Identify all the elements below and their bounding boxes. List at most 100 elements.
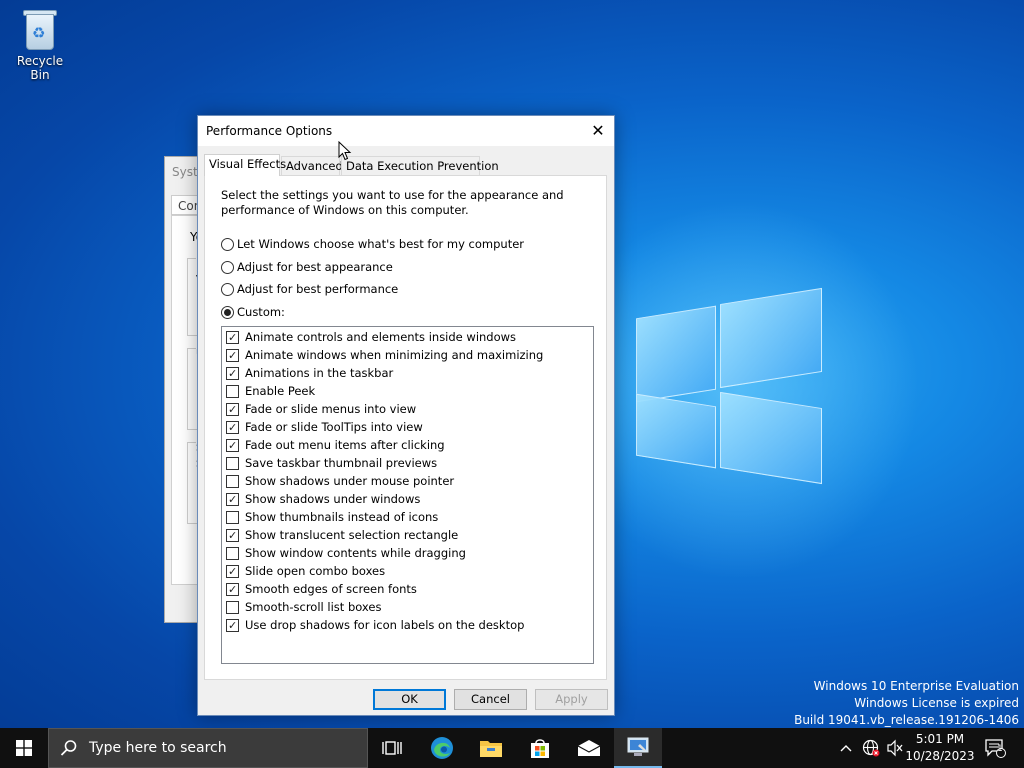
checkbox[interactable] bbox=[226, 330, 239, 344]
checkbox[interactable] bbox=[226, 492, 239, 506]
radio-let-windows-choose[interactable]: Let Windows choose what's best for my co… bbox=[221, 236, 524, 252]
edge-button[interactable] bbox=[418, 728, 466, 768]
checkbox[interactable] bbox=[226, 456, 239, 470]
checkbox[interactable] bbox=[226, 618, 239, 632]
show-hidden-icons-button[interactable] bbox=[836, 728, 856, 768]
store-icon bbox=[531, 739, 549, 758]
mail-button[interactable] bbox=[565, 728, 613, 768]
ok-button[interactable]: OK bbox=[373, 689, 446, 710]
start-button[interactable] bbox=[0, 728, 48, 768]
close-button[interactable]: ✕ bbox=[582, 116, 614, 146]
system-properties-taskbar-button[interactable] bbox=[614, 728, 662, 768]
dialog-titlebar[interactable]: Performance Options ✕ bbox=[198, 116, 614, 146]
close-icon: ✕ bbox=[591, 121, 605, 140]
visual-effect-option[interactable]: Use drop shadows for icon labels on the … bbox=[226, 616, 524, 634]
watermark-line: Windows 10 Enterprise Evaluation bbox=[813, 679, 1019, 693]
notification-count: 1 bbox=[997, 744, 1003, 754]
apply-button[interactable]: Apply bbox=[535, 689, 608, 710]
option-label: Animate windows when minimizing and maxi… bbox=[245, 348, 544, 362]
tab-advanced[interactable]: Advanced bbox=[281, 156, 343, 175]
visual-effect-option[interactable]: Show shadows under mouse pointer bbox=[226, 472, 454, 490]
visual-effect-option[interactable]: Show window contents while dragging bbox=[226, 544, 466, 562]
checkbox[interactable] bbox=[226, 420, 239, 434]
visual-effects-list[interactable]: Animate controls and elements inside win… bbox=[221, 326, 594, 664]
mail-icon bbox=[577, 740, 601, 756]
radio-circle[interactable] bbox=[221, 237, 234, 251]
taskbar: Type here to search 5:01 PM 10/28/2023 1 bbox=[0, 728, 1024, 768]
radio-custom[interactable]: Custom: bbox=[221, 304, 285, 320]
visual-effect-option[interactable]: Show translucent selection rectangle bbox=[226, 526, 458, 544]
recycle-bin[interactable]: ♻ Recycle Bin bbox=[6, 8, 74, 82]
option-label: Show shadows under mouse pointer bbox=[245, 474, 455, 488]
settings-description: Select the settings you want to use for … bbox=[221, 188, 564, 217]
performance-options-dialog[interactable]: Performance Options ✕ Visual Effects Adv… bbox=[197, 115, 615, 716]
radio-circle[interactable] bbox=[221, 260, 234, 274]
edge-icon bbox=[431, 737, 453, 759]
watermark-line: Windows License is expired bbox=[854, 696, 1019, 710]
radio-label: Let Windows choose what's best for my co… bbox=[237, 237, 525, 251]
recycle-bin-label: Recycle Bin bbox=[16, 54, 64, 82]
checkbox[interactable] bbox=[226, 402, 239, 416]
taskbar-clock[interactable]: 5:01 PM 10/28/2023 bbox=[902, 731, 978, 765]
visual-effect-option[interactable]: Fade out menu items after clicking bbox=[226, 436, 445, 454]
cancel-button[interactable]: Cancel bbox=[454, 689, 527, 710]
network-button[interactable] bbox=[860, 728, 882, 768]
radio-label: Adjust for best appearance bbox=[237, 260, 393, 274]
checkbox[interactable] bbox=[226, 582, 239, 596]
dialog-title: Performance Options bbox=[206, 124, 333, 138]
checkbox[interactable] bbox=[226, 564, 239, 578]
action-center-button[interactable]: 1 bbox=[980, 728, 1010, 768]
visual-effect-option[interactable]: Animate windows when minimizing and maxi… bbox=[226, 346, 543, 364]
radio-best-performance[interactable]: Adjust for best performance bbox=[221, 281, 398, 297]
checkbox[interactable] bbox=[226, 510, 239, 524]
taskbar-search-box[interactable]: Type here to search bbox=[48, 728, 368, 768]
checkbox[interactable] bbox=[226, 546, 239, 560]
clock-date: 10/28/2023 bbox=[905, 749, 975, 763]
file-explorer-button[interactable] bbox=[467, 728, 515, 768]
radio-best-appearance[interactable]: Adjust for best appearance bbox=[221, 259, 393, 275]
option-label: Use drop shadows for icon labels on the … bbox=[245, 618, 525, 632]
checkbox[interactable] bbox=[226, 384, 239, 398]
visual-effect-option[interactable]: Fade or slide ToolTips into view bbox=[226, 418, 423, 436]
checkbox[interactable] bbox=[226, 438, 239, 452]
search-placeholder: Type here to search bbox=[89, 740, 227, 756]
task-view-icon bbox=[382, 741, 402, 755]
visual-effect-option[interactable]: Animate controls and elements inside win… bbox=[226, 328, 516, 346]
option-label: Fade or slide menus into view bbox=[245, 402, 417, 416]
option-label: Show thumbnails instead of icons bbox=[245, 510, 439, 524]
tab-visual-effects[interactable]: Visual Effects bbox=[204, 154, 286, 176]
system-properties-icon bbox=[627, 737, 649, 756]
visual-effect-option[interactable]: Slide open combo boxes bbox=[226, 562, 385, 580]
checkbox[interactable] bbox=[226, 528, 239, 542]
visual-effect-option[interactable]: Smooth edges of screen fonts bbox=[226, 580, 417, 598]
file-explorer-icon bbox=[480, 741, 502, 757]
radio-circle[interactable] bbox=[221, 305, 234, 319]
windows-start-icon bbox=[16, 740, 32, 756]
checkbox[interactable] bbox=[226, 366, 239, 380]
visual-effect-option[interactable]: Animations in the taskbar bbox=[226, 364, 393, 382]
checkbox[interactable] bbox=[226, 474, 239, 488]
task-view-button[interactable] bbox=[368, 728, 416, 768]
radio-label: Custom: bbox=[237, 305, 285, 319]
visual-effect-option[interactable]: Show shadows under windows bbox=[226, 490, 420, 508]
tab-data-execution-prevention[interactable]: Data Execution Prevention bbox=[341, 156, 499, 175]
option-label: Fade or slide ToolTips into view bbox=[245, 420, 423, 434]
visual-effect-option[interactable]: Save taskbar thumbnail previews bbox=[226, 454, 437, 472]
visual-effect-option[interactable]: Show thumbnails instead of icons bbox=[226, 508, 438, 526]
watermark-line: Build 19041.vb_release.191206-1406 bbox=[794, 713, 1019, 727]
checkbox[interactable] bbox=[226, 600, 239, 614]
windows-logo-wallpaper bbox=[636, 287, 822, 485]
radio-label: Adjust for best performance bbox=[237, 282, 399, 296]
checkbox[interactable] bbox=[226, 348, 239, 362]
visual-effect-option[interactable]: Fade or slide menus into view bbox=[226, 400, 416, 418]
network-globe-icon bbox=[862, 739, 880, 757]
visual-effect-option[interactable]: Enable Peek bbox=[226, 382, 315, 400]
visual-effects-panel: Select the settings you want to use for … bbox=[204, 175, 607, 680]
option-label: Slide open combo boxes bbox=[245, 564, 386, 578]
option-label: Enable Peek bbox=[245, 384, 316, 398]
radio-circle[interactable] bbox=[221, 282, 234, 296]
search-icon bbox=[49, 739, 89, 757]
visual-effect-option[interactable]: Smooth-scroll list boxes bbox=[226, 598, 381, 616]
option-label: Smooth-scroll list boxes bbox=[245, 600, 382, 614]
store-button[interactable] bbox=[516, 728, 564, 768]
